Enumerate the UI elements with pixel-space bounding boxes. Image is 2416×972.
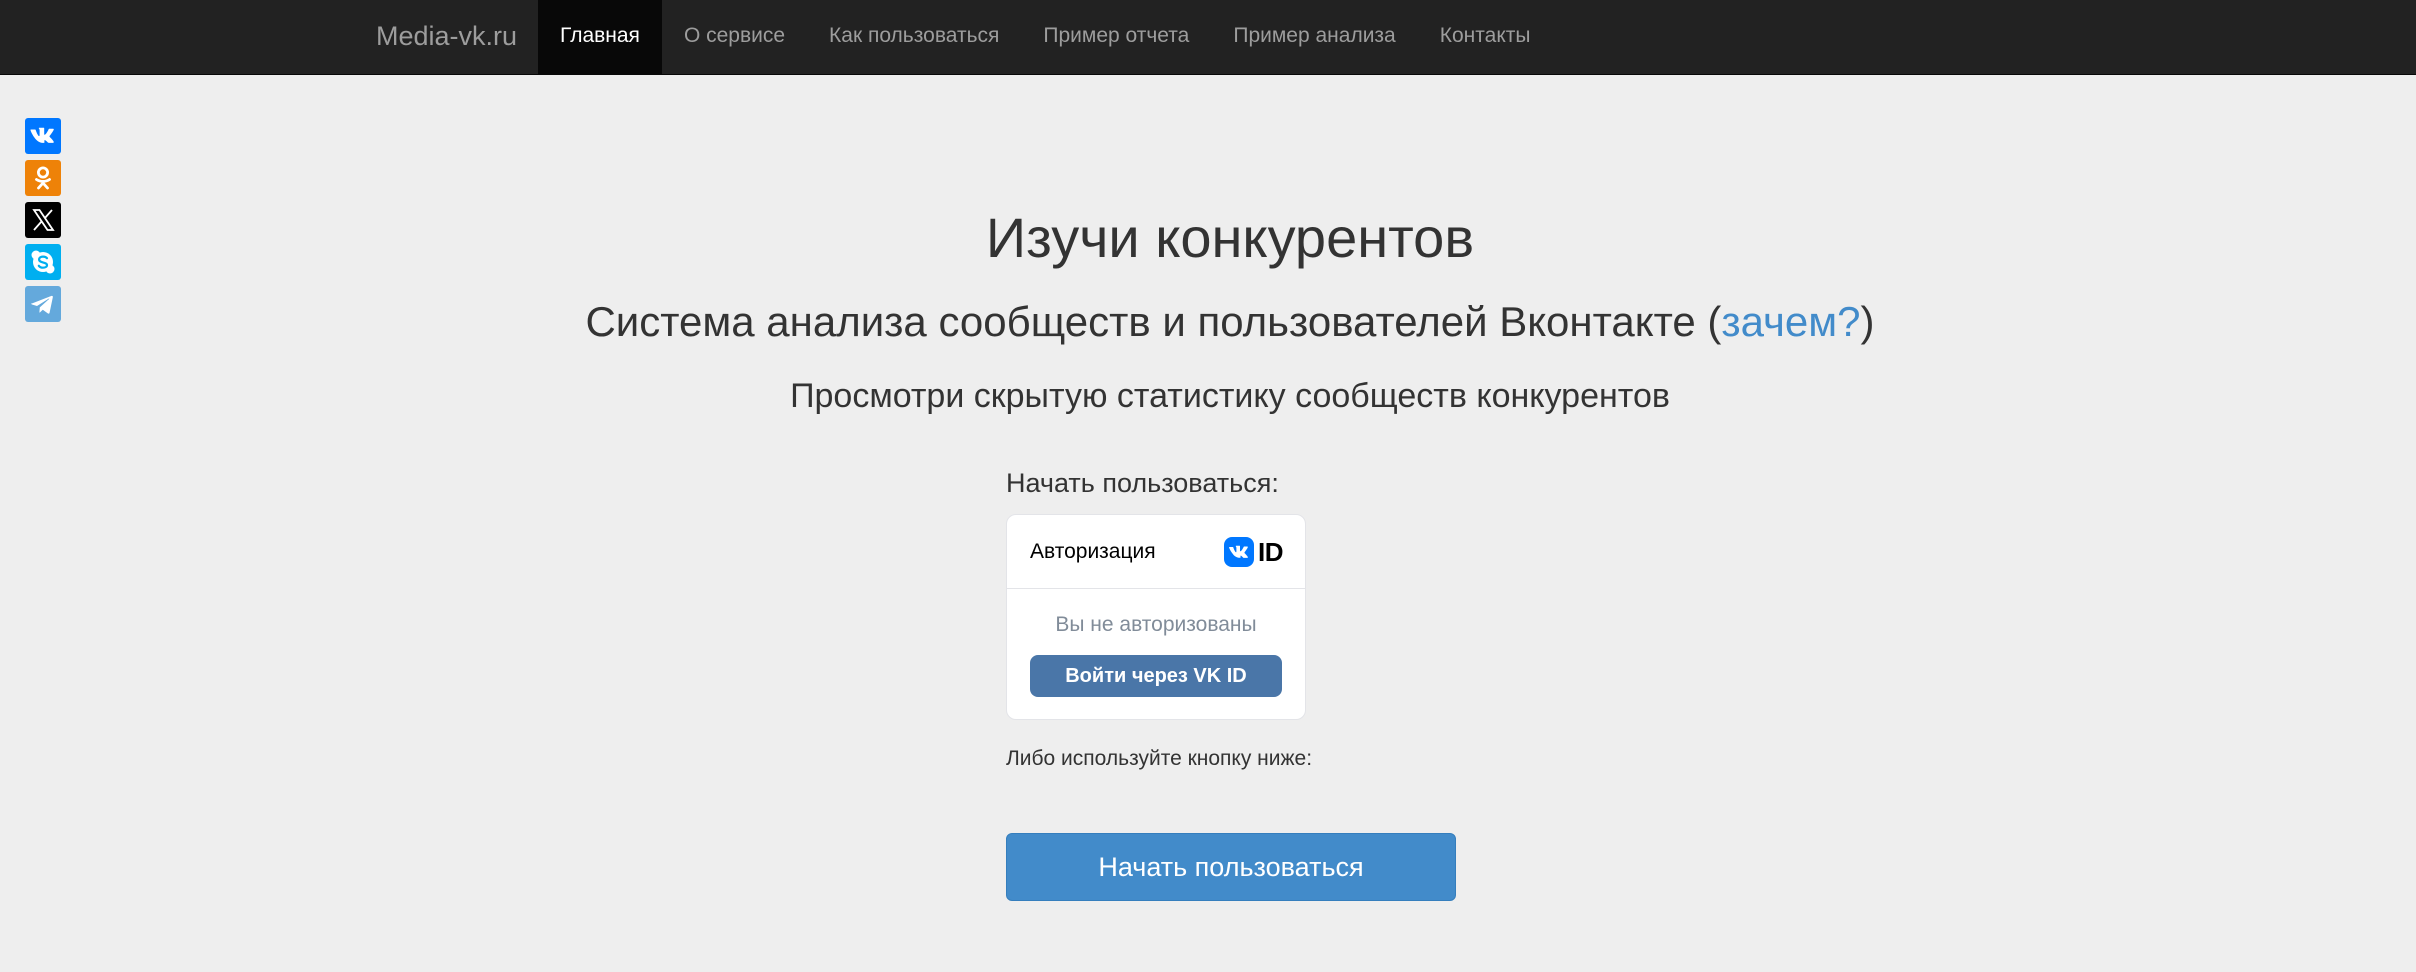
hero-subtitle-suffix: ) xyxy=(1860,298,1875,345)
why-link[interactable]: зачем? xyxy=(1721,298,1860,345)
nav-item-analysis-example: Пример анализа xyxy=(1211,0,1417,74)
vk-logo-icon xyxy=(1224,537,1254,567)
nav-link-contacts[interactable]: Контакты xyxy=(1418,0,1553,74)
hero-tagline: Просмотри скрытую статистику сообществ к… xyxy=(790,377,1670,415)
alternative-label: Либо используйте кнопку ниже: xyxy=(1006,747,1313,770)
vk-icon xyxy=(30,127,54,143)
nav-link-home[interactable]: Главная xyxy=(538,0,662,74)
start-label: Начать пользоваться: xyxy=(1006,468,1279,498)
vk-id-logo-text: ID xyxy=(1258,537,1284,567)
hero-subtitle: Система анализа сообществ и пользователе… xyxy=(0,296,2416,348)
nav-link-report-example[interactable]: Пример отчета xyxy=(1021,0,1211,74)
nav-item-how-to-use: Как пользоваться xyxy=(807,0,1021,74)
brand-link[interactable]: Media-vk.ru xyxy=(376,0,517,74)
vk-id-widget-title: Авторизация xyxy=(1030,540,1156,563)
hero-title: Изучи конкурентов xyxy=(985,206,1475,269)
vk-id-widget-header: Авторизация ID xyxy=(1007,515,1305,589)
nav-link-analysis-example[interactable]: Пример анализа xyxy=(1211,0,1417,74)
nav-link-how-to-use[interactable]: Как пользоваться xyxy=(807,0,1021,74)
start-using-button[interactable]: Начать пользоваться xyxy=(1006,833,1456,901)
auth-status-text: Вы не авторизованы xyxy=(1055,613,1257,636)
nav-item-report-example: Пример отчета xyxy=(1021,0,1211,74)
hero-subtitle-prefix: Система анализа сообществ и пользователе… xyxy=(585,298,1722,345)
nav-item-about: О сервисе xyxy=(662,0,807,74)
share-vk-button[interactable] xyxy=(25,118,61,154)
share-ok-button[interactable] xyxy=(25,160,61,196)
main-nav: Главная О сервисе Как пользоваться Приме… xyxy=(538,0,1552,74)
odnoklassniki-icon xyxy=(35,166,51,190)
nav-item-contacts: Контакты xyxy=(1418,0,1553,74)
top-navbar: Media-vk.ru Главная О сервисе Как пользо… xyxy=(0,0,2416,75)
nav-link-about[interactable]: О сервисе xyxy=(662,0,807,74)
vk-id-logo: ID xyxy=(1224,537,1284,567)
vk-id-login-button[interactable]: Войти через VK ID xyxy=(1030,655,1282,697)
nav-item-home: Главная xyxy=(538,0,662,74)
vk-id-widget: Авторизация ID Вы не авторизованы Войти … xyxy=(1006,514,1306,720)
